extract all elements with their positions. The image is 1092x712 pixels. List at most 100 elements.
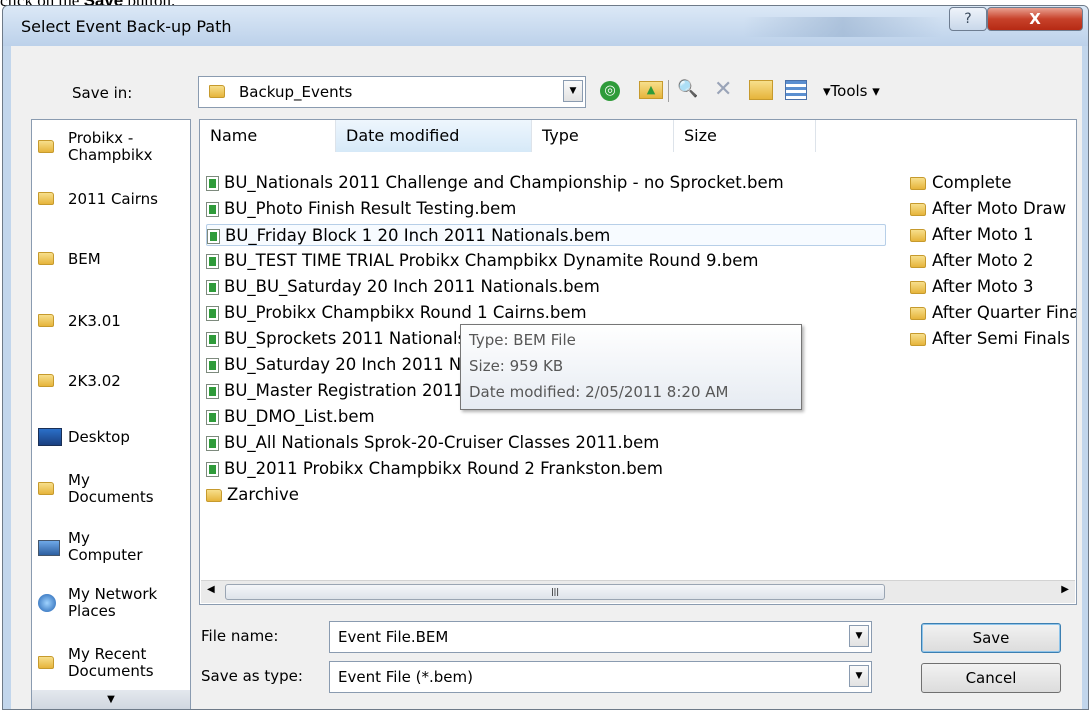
file-row-hovered[interactable]: BU_Friday Block 1 20 Inch 2011 Nationals… [206, 224, 886, 246]
file-row[interactable]: BU_All Nationals Sprok-20-Cruiser Classe… [206, 432, 659, 454]
file-row[interactable]: BU_Probikx Champbikx Round 1 Cairns.bem [206, 302, 587, 324]
folder-row[interactable]: After Moto Draw [910, 198, 1066, 220]
folder-icon [910, 255, 926, 268]
column-size[interactable]: Size [674, 120, 816, 152]
folder-name: After Moto 3 [932, 277, 1034, 296]
save-as-type-value: Event File (*.bem) [338, 668, 473, 686]
folder-name: Complete [932, 173, 1012, 192]
toolbar-separator [668, 80, 669, 102]
folder-icon [38, 314, 54, 327]
folder-row[interactable]: Complete [910, 172, 1012, 194]
column-date-modified[interactable]: Date modified [336, 120, 532, 152]
bem-file-icon [206, 332, 219, 347]
place-desktop[interactable]: Desktop [32, 422, 190, 454]
place-my-computer[interactable]: My Computer [32, 528, 190, 568]
folder-icon [910, 281, 926, 294]
views-icon[interactable] [785, 80, 807, 100]
place-label: My Documents [68, 471, 154, 506]
folder-icon [38, 192, 54, 205]
bem-file-icon [206, 462, 219, 477]
folder-name: After Moto 1 [932, 225, 1034, 244]
file-name: BU_DMO_List.bem [224, 407, 375, 426]
file-name-value: Event File.BEM [338, 628, 449, 646]
save-in-label: Save in: [72, 84, 133, 102]
place-2011-cairns[interactable]: 2011 Cairns [32, 184, 190, 216]
save-in-combo[interactable]: Backup_Events ▼ [198, 76, 586, 108]
folder-name: After Moto Draw [932, 199, 1067, 218]
cancel-button[interactable]: Cancel [921, 663, 1061, 693]
desktop-icon [38, 428, 62, 446]
file-row[interactable]: BU_TEST TIME TRIAL Probikx Champbikx Dyn… [206, 250, 758, 272]
place-label: BEM [68, 250, 101, 268]
places-scroll-down[interactable]: ▼ [32, 690, 190, 709]
tools-menu[interactable]: ▾Tools ▾ [823, 82, 880, 100]
place-my-network[interactable]: My Network Places [32, 584, 190, 624]
file-name: BU_2011 Probikx Champbikx Round 2 Franks… [224, 459, 663, 478]
title-blur [743, 17, 943, 37]
file-name-label: File name: [201, 627, 279, 645]
folder-row[interactable]: After Semi Finals [910, 328, 1070, 350]
folder-row[interactable]: After Moto 3 [910, 276, 1034, 298]
title-bar[interactable]: Select Event Back-up Path ? X [3, 6, 1088, 46]
folder-row[interactable]: After Moto 2 [910, 250, 1034, 272]
place-my-documents[interactable]: My Documents [32, 470, 190, 510]
places-bar: Probikx - Champbikx 2011 Cairns BEM 2K3.… [31, 119, 191, 709]
bem-file-icon [206, 280, 219, 295]
place-label: Desktop [68, 428, 130, 446]
bem-file-icon [206, 202, 219, 217]
save-button[interactable]: Save [921, 623, 1061, 653]
file-list: Name Date modified Type Size BU_National… [199, 119, 1077, 605]
save-dialog: Select Event Back-up Path ? X Save in: B… [2, 5, 1089, 710]
folder-icon [38, 374, 54, 387]
up-folder-icon[interactable]: ▲ [639, 81, 663, 99]
folder-icon [910, 203, 926, 216]
file-tooltip: Type: BEM File Size: 959 KB Date modifie… [460, 324, 802, 410]
bem-file-icon [207, 229, 220, 244]
scroll-thumb[interactable]: ||| [225, 584, 885, 600]
chevron-down-icon[interactable]: ▼ [849, 665, 869, 687]
column-type[interactable]: Type [532, 120, 674, 152]
chevron-down-icon[interactable]: ▼ [849, 625, 869, 647]
column-name[interactable]: Name [200, 120, 336, 152]
bem-file-icon [206, 358, 219, 373]
search-web-icon[interactable]: 🔍 [677, 79, 698, 99]
file-name: BU_Probikx Champbikx Round 1 Cairns.bem [224, 303, 587, 322]
file-row[interactable]: BU_BU_Saturday 20 Inch 2011 Nationals.be… [206, 276, 600, 298]
folder-name: After Semi Finals [932, 329, 1071, 348]
file-row[interactable]: BU_2011 Probikx Champbikx Round 2 Franks… [206, 458, 663, 480]
folder-row[interactable]: Zarchive [206, 484, 299, 506]
delete-icon[interactable]: ✕ [714, 77, 732, 102]
folder-row[interactable]: After Moto 1 [910, 224, 1034, 246]
place-probikx[interactable]: Probikx - Champbikx [32, 128, 190, 168]
file-row[interactable]: BU_DMO_List.bem [206, 406, 375, 428]
file-row[interactable]: BU_Photo Finish Result Testing.bem [206, 198, 516, 220]
network-icon [38, 594, 56, 612]
place-2k302[interactable]: 2K3.02 [32, 366, 190, 398]
bem-file-icon [206, 176, 219, 191]
folder-icon [38, 252, 54, 265]
help-button[interactable]: ? [949, 7, 987, 31]
new-folder-icon[interactable] [749, 80, 773, 100]
file-name: BU_TEST TIME TRIAL Probikx Champbikx Dyn… [224, 251, 759, 270]
scroll-right-icon[interactable]: ▶ [1061, 584, 1069, 595]
bem-file-icon [206, 254, 219, 269]
scroll-left-icon[interactable]: ◀ [207, 584, 215, 595]
tooltip-size: Size: 959 KB [469, 357, 564, 375]
save-as-type-select[interactable]: Event File (*.bem) ▼ [329, 661, 872, 693]
place-label: My Network Places [68, 585, 158, 620]
place-2k301[interactable]: 2K3.01 [32, 306, 190, 338]
close-button[interactable]: X [987, 7, 1083, 31]
back-icon[interactable]: ◎ [600, 81, 620, 101]
horizontal-scrollbar[interactable]: ◀ ||| ▶ [201, 580, 1075, 603]
place-my-recent[interactable]: My Recent Documents [32, 644, 190, 684]
folder-row[interactable]: After Quarter Finals [910, 302, 1077, 324]
file-name: BU_Friday Block 1 20 Inch 2011 Nationals… [225, 226, 611, 245]
bem-file-icon [206, 384, 219, 399]
chevron-down-icon[interactable]: ▼ [563, 80, 583, 102]
place-label: 2K3.01 [68, 312, 121, 330]
place-bem[interactable]: BEM [32, 244, 190, 276]
file-row[interactable]: BU_Nationals 2011 Challenge and Champion… [206, 172, 784, 194]
bem-file-icon [206, 410, 219, 425]
folder-name: After Quarter Finals [932, 303, 1077, 322]
file-name-input[interactable]: Event File.BEM ▼ [329, 621, 872, 653]
